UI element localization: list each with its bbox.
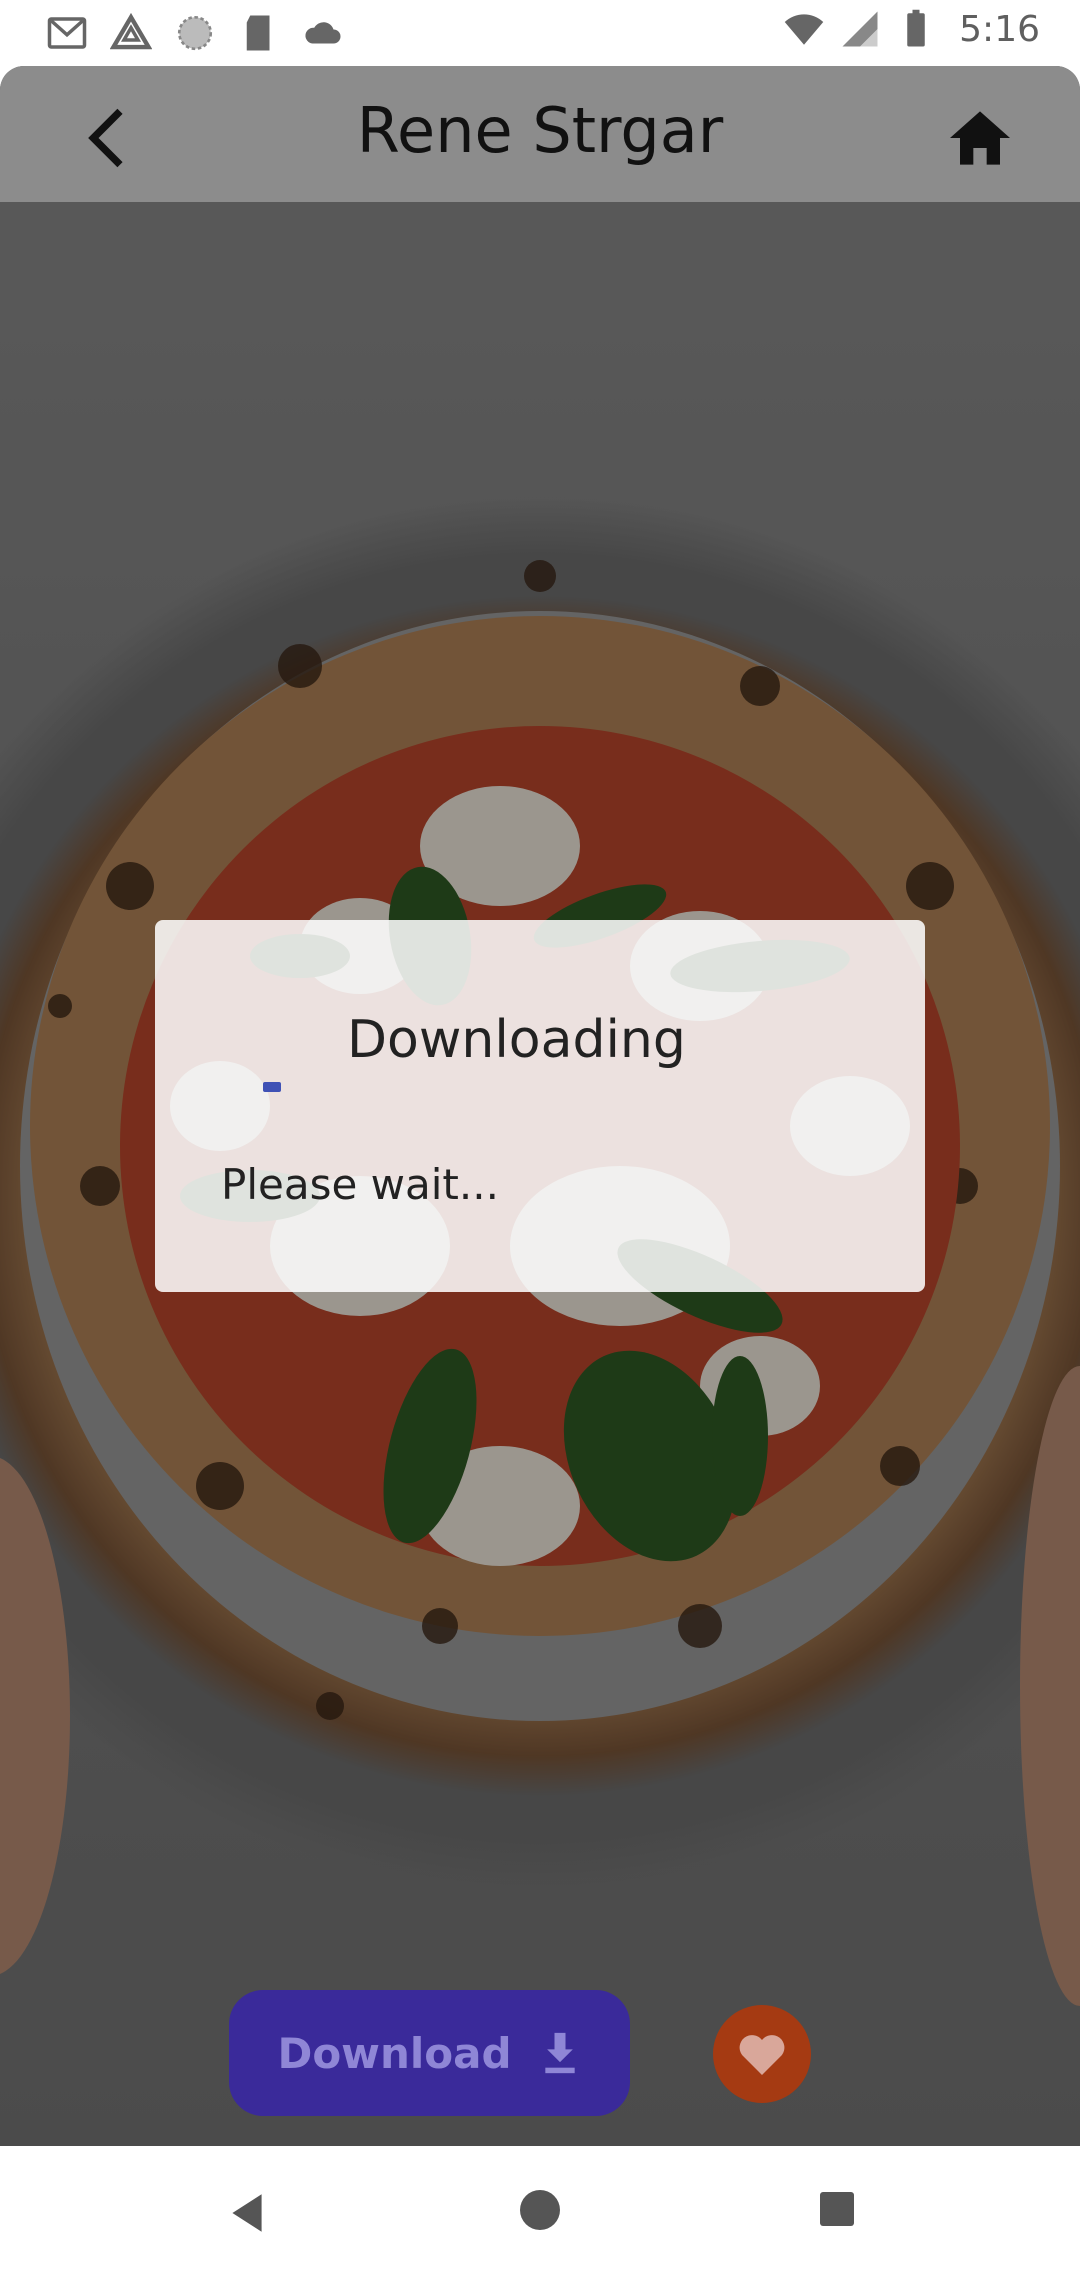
progress-spinner (263, 1082, 281, 1092)
favorite-button[interactable] (713, 2005, 811, 2103)
dialog-title: Downloading (347, 1010, 686, 1070)
progress-dialog: Downloading Please wait... (155, 920, 925, 1292)
download-icon (544, 2032, 575, 2074)
dialog-message: Please wait... (221, 1160, 499, 1209)
system-nav-bar (0, 2146, 1080, 2280)
signal-icon (842, 11, 878, 47)
nav-back-icon[interactable] (222, 2186, 272, 2240)
status-bar: 5:16 (0, 0, 1080, 66)
wifi-icon (784, 14, 824, 45)
battery-icon (907, 9, 925, 47)
nav-home-icon[interactable] (520, 2190, 560, 2230)
app-bar: Rene Strgar (0, 66, 1080, 202)
nav-recents-icon[interactable] (820, 2192, 854, 2226)
heart-icon (739, 2035, 785, 2075)
home-icon[interactable] (940, 98, 1020, 178)
gmail-icon (47, 17, 87, 49)
circle-icon (177, 15, 213, 51)
drive-icon (110, 12, 152, 50)
download-button[interactable]: Download (229, 1990, 630, 2116)
cloud-icon (305, 22, 341, 44)
clock: 5:16 (959, 8, 1040, 50)
sd-card-icon (246, 15, 270, 51)
download-label: Download (277, 2028, 512, 2078)
page-title: Rene Strgar (356, 94, 724, 167)
